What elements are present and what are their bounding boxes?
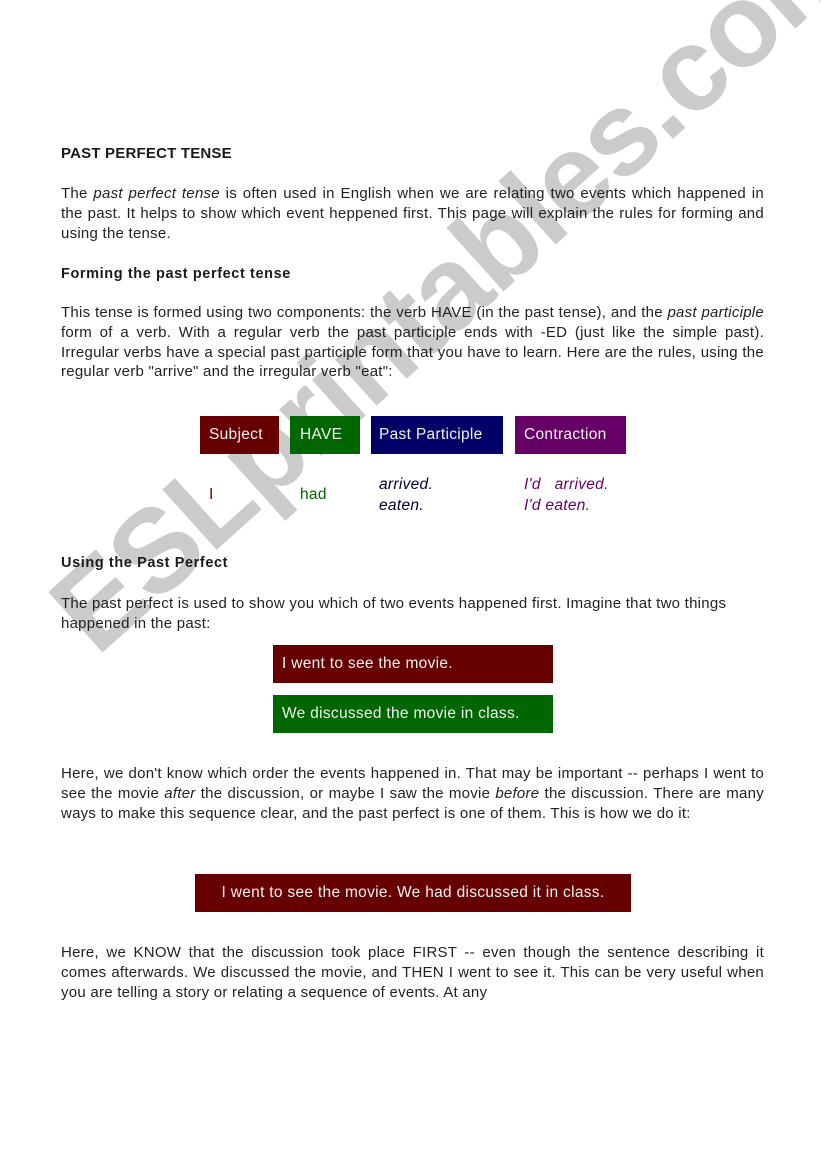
event-box-2: We discussed the movie in class. [273,695,553,733]
intro-text: The [61,185,94,202]
cell-subject: I [209,486,214,503]
header-have: HAVE [290,416,360,454]
combined-sentence-box: I went to see the movie. We had discusse… [195,874,631,912]
forming-heading: Forming the past perfect tense [61,266,291,282]
cell-contraction-1: I'd arrived. [524,476,609,493]
forming-text: This tense is formed using two component… [61,304,668,321]
intro-paragraph: The past perfect tense is often used in … [61,184,764,243]
cell-have: had [300,486,327,503]
p2-italic-after: after [164,784,196,802]
using-paragraph-2: Here, we don't know which order the even… [61,764,764,823]
cell-contraction-2: I'd eaten. [524,497,591,514]
forming-italic: past participle [667,304,764,321]
p2-italic-before: before [495,784,540,802]
using-paragraph-1: The past perfect is used to show you whi… [61,595,727,632]
event-box-1: I went to see the movie. [273,645,553,683]
forming-paragraph: This tense is formed using two component… [61,303,764,382]
cell-participle-1: arrived. [379,476,434,493]
intro-italic: past perfect tense [93,185,220,202]
header-subject: Subject [200,416,279,454]
header-past-participle: Past Participle [371,416,503,454]
p2-text-b: the discussion, or maybe I saw the movie [195,784,496,802]
cell-participle-2: eaten. [379,497,424,514]
page-title: PAST PERFECT TENSE [61,145,232,162]
header-contraction: Contraction [515,416,626,454]
using-heading: Using the Past Perfect [61,555,229,571]
forming-text-rest: form of a verb. With a regular verb the … [61,323,764,381]
using-paragraph-3: Here, we KNOW that the discussion took p… [61,944,764,1001]
